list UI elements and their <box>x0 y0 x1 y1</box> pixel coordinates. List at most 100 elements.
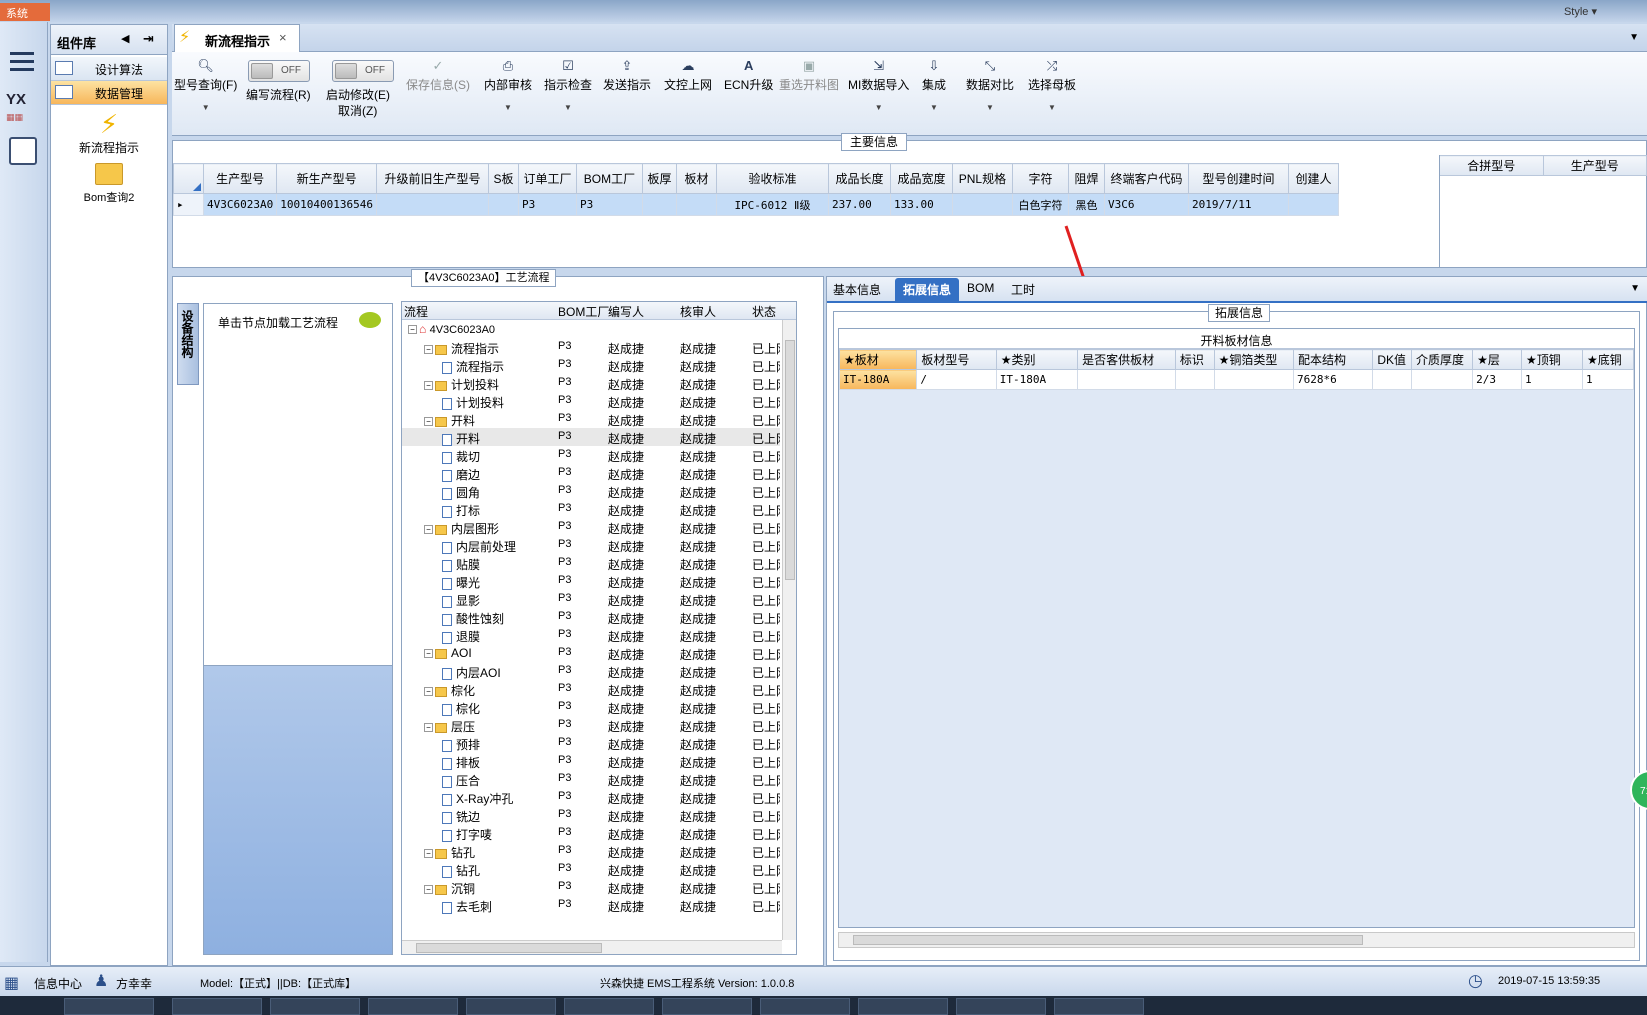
taskbar-button[interactable] <box>64 998 154 1015</box>
tree-column-header[interactable]: BOM工厂 <box>558 303 609 320</box>
taskbar-button[interactable] <box>270 998 360 1015</box>
pin-panel-icon[interactable]: ⇥ <box>143 31 154 47</box>
tree-row[interactable]: 开料 P3 赵成捷 赵成捷 已上网 <box>402 428 780 446</box>
column-header[interactable]: 订单工厂 <box>517 163 577 194</box>
column-header[interactable]: PNL规格 <box>951 163 1013 194</box>
tree-row[interactable]: − 层压 P3 赵成捷 赵成捷 已上网 <box>402 716 780 734</box>
scroll-thumb[interactable] <box>416 943 602 953</box>
tree-row[interactable]: − AOI P3 赵成捷 赵成捷 已上网 <box>402 644 780 662</box>
taskbar-button[interactable] <box>466 998 556 1015</box>
windows-grid-icon[interactable]: ▦ <box>4 973 19 993</box>
tree-row[interactable]: 酸性蚀刻 P3 赵成捷 赵成捷 已上网 <box>402 608 780 626</box>
tree-row[interactable]: − 沉铜 P3 赵成捷 赵成捷 已上网 <box>402 878 780 896</box>
collapse-icon[interactable]: − <box>424 885 433 895</box>
column-header[interactable]: 新生产型号 <box>276 163 377 194</box>
node-box[interactable]: 单击节点加载工艺流程 <box>204 304 392 666</box>
yx-logo-icon[interactable]: YX ▦▦ <box>6 92 40 126</box>
column-header[interactable]: 配本结构 <box>1292 349 1374 370</box>
table-cell[interactable] <box>1077 369 1176 390</box>
column-header[interactable]: ★底铜 <box>1582 349 1634 370</box>
column-header[interactable]: 板厚 <box>641 163 677 194</box>
reselect-cutting-button[interactable]: ▣ 重选开料图 <box>779 58 839 93</box>
start-modify-toggle[interactable]: OFF <box>332 60 394 82</box>
tree-row[interactable]: 退膜 P3 赵成捷 赵成捷 已上网 <box>402 626 780 644</box>
calendar-icon[interactable] <box>9 137 37 165</box>
column-header[interactable]: 创建人 <box>1287 163 1339 194</box>
taskbar-button[interactable] <box>1054 998 1144 1015</box>
column-header[interactable]: 是否客供板材 <box>1077 349 1176 370</box>
check-button[interactable]: ☑ 指示检查 ▼ <box>544 58 592 112</box>
column-header[interactable]: 标识 <box>1174 349 1215 370</box>
query-button[interactable]: 🔍︎ 型号查询(F) ▼ <box>174 58 237 112</box>
column-header[interactable]: 升级前旧生产型号 <box>375 163 489 194</box>
send-button[interactable]: ⇪ 发送指示 <box>603 58 651 93</box>
tree-row[interactable]: − 流程指示 P3 赵成捷 赵成捷 已上网 <box>402 338 780 356</box>
column-header[interactable]: DK值 <box>1372 349 1413 370</box>
collapse-icon[interactable]: − <box>424 381 433 391</box>
taskbar-button[interactable] <box>956 998 1046 1015</box>
close-icon[interactable]: × <box>279 30 287 45</box>
collapse-left-icon[interactable]: ◀ <box>121 32 129 45</box>
tree-column-header[interactable]: 流程 <box>404 303 428 320</box>
tree-row[interactable]: 打标 P3 赵成捷 赵成捷 已上网 <box>402 500 780 518</box>
tree-row[interactable]: 流程指示 P3 赵成捷 赵成捷 已上网 <box>402 356 780 374</box>
column-header[interactable]: 验收标准 <box>715 163 829 194</box>
column-header[interactable]: 成品长度 <box>827 163 891 194</box>
taskbar-button[interactable] <box>858 998 948 1015</box>
scroll-thumb[interactable] <box>785 340 795 580</box>
tree-row[interactable]: 内层前处理 P3 赵成捷 赵成捷 已上网 <box>402 536 780 554</box>
tree-row[interactable]: 棕化 P3 赵成捷 赵成捷 已上网 <box>402 698 780 716</box>
tree-row[interactable]: 内层AOI P3 赵成捷 赵成捷 已上网 <box>402 662 780 680</box>
column-header[interactable]: 终端客户代码 <box>1103 163 1189 194</box>
taskbar-button[interactable] <box>368 998 458 1015</box>
tree-row[interactable]: 曝光 P3 赵成捷 赵成捷 已上网 <box>402 572 780 590</box>
tree-root[interactable]: − ⌂ 4V3C6023A0 <box>402 320 780 338</box>
tree-row[interactable]: 排板 P3 赵成捷 赵成捷 已上网 <box>402 752 780 770</box>
table-cell[interactable] <box>1372 369 1413 390</box>
tree-column-header[interactable]: 核审人 <box>680 303 716 320</box>
toggle-switch[interactable]: OFF <box>332 60 394 82</box>
column-header[interactable]: ★顶铜 <box>1520 349 1584 370</box>
table-cell[interactable]: 1 <box>1582 369 1634 390</box>
tree-row[interactable]: 压合 P3 赵成捷 赵成捷 已上网 <box>402 770 780 788</box>
tree-row[interactable]: 钻孔 P3 赵成捷 赵成捷 已上网 <box>402 860 780 878</box>
tool-bom-query[interactable]: Bom查询2 <box>51 163 167 205</box>
column-header[interactable]: 介质厚度 <box>1411 349 1474 370</box>
column-header[interactable]: 字符 <box>1011 163 1069 194</box>
upload-button[interactable]: ☁ 文控上网 <box>664 58 712 93</box>
table-cell[interactable]: 7628*6 <box>1292 369 1374 390</box>
column-header[interactable]: 板材 <box>675 163 717 194</box>
tree-column-header[interactable]: 编写人 <box>608 303 644 320</box>
tree-row[interactable]: 显影 P3 赵成捷 赵成捷 已上网 <box>402 590 780 608</box>
tree-row[interactable]: − 计划投料 P3 赵成捷 赵成捷 已上网 <box>402 374 780 392</box>
select-master-button[interactable]: ⤮ 选择母板 ▼ <box>1028 58 1076 112</box>
tree-row[interactable]: 打字唛 P3 赵成捷 赵成捷 已上网 <box>402 824 780 842</box>
tab-new-process[interactable]: ⚡ 新流程指示 × <box>174 24 300 52</box>
column-header[interactable]: 生产型号 <box>1542 155 1647 176</box>
collapse-icon[interactable]: − <box>424 687 433 697</box>
tree-row[interactable]: − 棕化 P3 赵成捷 赵成捷 已上网 <box>402 680 780 698</box>
column-header[interactable]: ★层 <box>1472 349 1522 370</box>
column-header[interactable]: 生产型号 <box>202 163 278 194</box>
edit-process-toggle[interactable]: OFF <box>248 60 310 82</box>
tree-row[interactable]: 磨边 P3 赵成捷 赵成捷 已上网 <box>402 464 780 482</box>
tree-row[interactable]: 预排 P3 赵成捷 赵成捷 已上网 <box>402 734 780 752</box>
component-item-design-algorithm[interactable]: 设计算法 <box>51 57 167 81</box>
hamburger-menu-icon[interactable] <box>10 52 34 72</box>
collapse-icon[interactable]: − <box>424 525 433 535</box>
column-header[interactable]: BOM工厂 <box>575 163 643 194</box>
collapse-icon[interactable]: − <box>424 649 433 659</box>
table-row[interactable]: IT-180A / IT-180A 7628*6 2/3 1 1 <box>838 369 1634 390</box>
horizontal-scrollbar[interactable] <box>402 940 782 954</box>
table-cell[interactable]: IT-180A <box>995 369 1079 390</box>
cancel-button[interactable]: 取消(Z) <box>338 102 377 119</box>
column-header[interactable]: 型号创建时间 <box>1187 163 1289 194</box>
tree-row[interactable]: 铣边 P3 赵成捷 赵成捷 已上网 <box>402 806 780 824</box>
tree-row[interactable]: 计划投料 P3 赵成捷 赵成捷 已上网 <box>402 392 780 410</box>
table-cell[interactable]: 2/3 <box>1472 369 1522 390</box>
taskbar-button[interactable] <box>172 998 262 1015</box>
tab-work-hours[interactable]: 工时 <box>1011 281 1035 298</box>
tab-basic-info[interactable]: 基本信息 <box>833 281 881 298</box>
mi-import-button[interactable]: ⇲ MI数据导入 ▼ <box>848 58 909 112</box>
integrate-button[interactable]: ⇩ 集成 ▼ <box>922 58 946 112</box>
